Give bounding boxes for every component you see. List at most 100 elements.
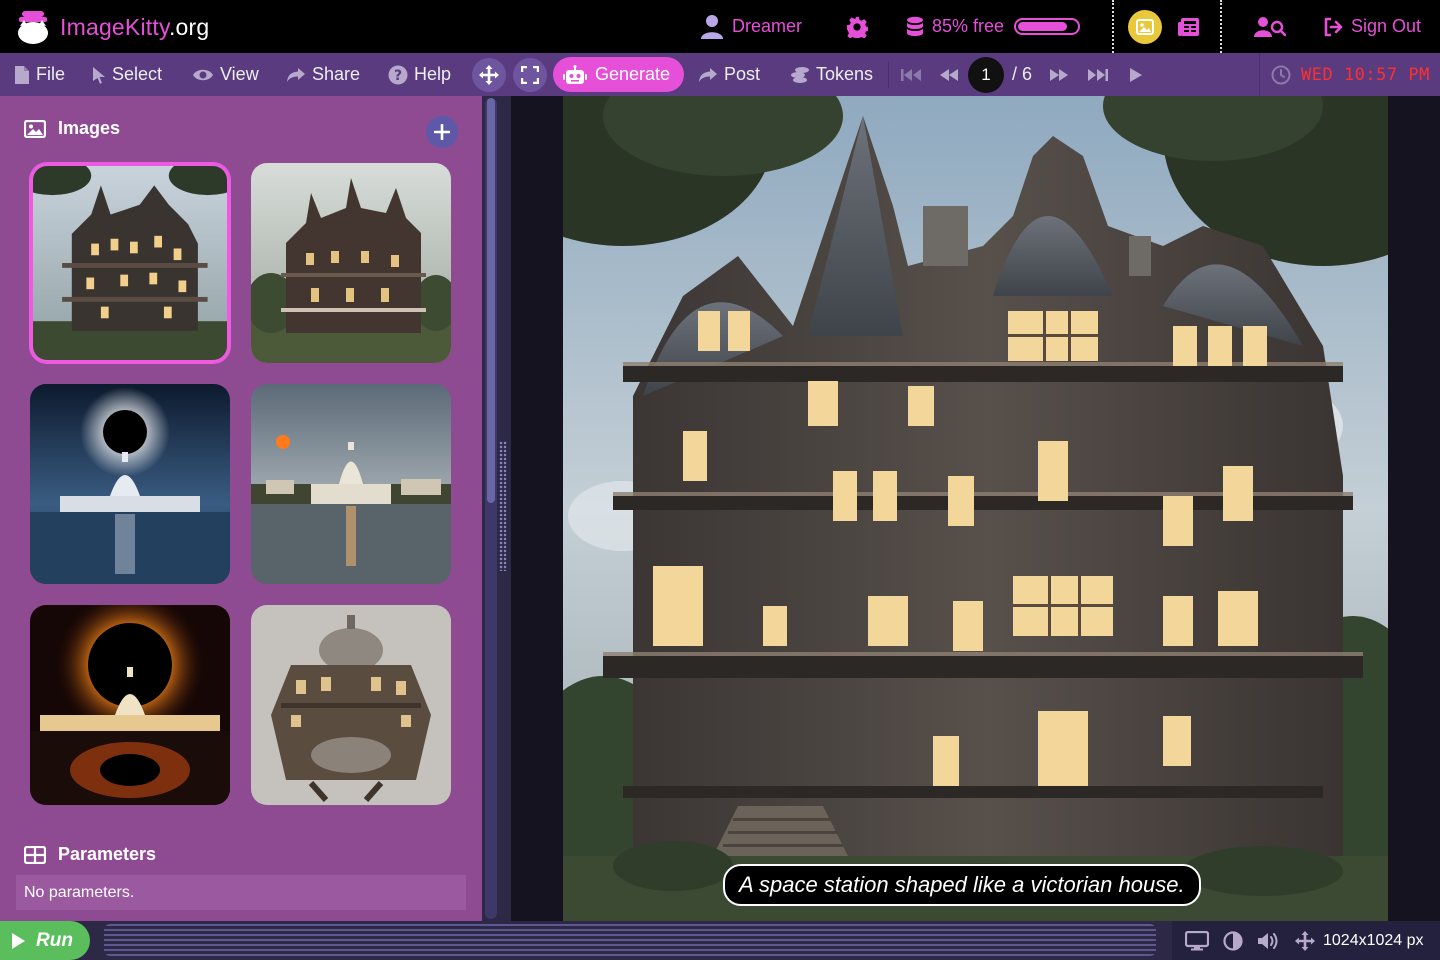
move-tool-button[interactable] xyxy=(472,58,506,92)
articles-button[interactable] xyxy=(1178,0,1200,53)
top-bar: ImageKitty.org Dreamer 85% free Sign Out xyxy=(0,0,1440,53)
sign-out-label: Sign Out xyxy=(1351,16,1422,36)
volume-icon[interactable] xyxy=(1257,931,1281,951)
next-page-button[interactable] xyxy=(1048,53,1070,96)
image-thumbnail[interactable] xyxy=(251,163,451,363)
view-label: View xyxy=(220,64,259,84)
view-menu[interactable]: View xyxy=(192,53,259,96)
divider xyxy=(888,61,889,88)
sign-out-button[interactable]: Sign Out xyxy=(1323,0,1421,53)
last-page-button[interactable] xyxy=(1087,53,1109,96)
images-icon xyxy=(24,119,46,138)
generate-button[interactable]: Generate xyxy=(553,57,684,92)
image-canvas: A space station shaped like a victorian … xyxy=(511,96,1440,921)
image-icon xyxy=(1136,19,1154,35)
skip-forward-icon xyxy=(1088,68,1108,81)
newspaper-icon xyxy=(1178,17,1199,36)
app-logo[interactable]: ImageKitty.org xyxy=(14,8,209,46)
storage-meter[interactable]: 85% free xyxy=(906,0,1081,53)
generation-progress-bar xyxy=(104,924,1156,956)
page-number-input[interactable]: 1 xyxy=(968,57,1004,93)
image-thumbnail[interactable] xyxy=(30,605,230,805)
left-panel-scrollbar[interactable] xyxy=(485,98,497,919)
help-label: Help xyxy=(414,64,452,84)
scrollbar-thumb[interactable] xyxy=(487,98,495,503)
user-icon xyxy=(701,14,723,39)
monitor-icon[interactable] xyxy=(1185,930,1209,951)
eclipse-capitol-thumbnail-image xyxy=(30,384,230,584)
database-icon xyxy=(907,16,923,36)
victorian-space-station-image xyxy=(563,96,1388,921)
user-search-icon xyxy=(1254,16,1286,37)
post-icon xyxy=(699,67,717,82)
status-area: 1024x1024 px xyxy=(1172,921,1440,960)
run-button[interactable]: Run xyxy=(0,921,90,960)
parameters-section-header: Parameters xyxy=(24,844,156,865)
run-label: Run xyxy=(36,929,73,951)
user-menu[interactable]: Dreamer xyxy=(700,0,802,53)
previous-page-button[interactable] xyxy=(938,53,960,96)
cat-logo-icon xyxy=(18,11,48,44)
svg-text:?: ? xyxy=(394,68,402,84)
share-menu[interactable]: Share xyxy=(286,53,360,96)
select-label: Select xyxy=(112,64,163,84)
victorian-house-thumbnail-image xyxy=(33,166,227,360)
file-label: File xyxy=(36,64,66,84)
main-image[interactable] xyxy=(563,96,1388,921)
left-panel: Images Parameters No parameters. xyxy=(0,96,482,921)
parameters-title: Parameters xyxy=(58,844,157,864)
clock-icon xyxy=(1271,65,1291,84)
parameters-content: No parameters. xyxy=(16,875,466,910)
post-label: Post xyxy=(724,64,761,84)
sign-out-icon xyxy=(1324,17,1343,36)
file-icon xyxy=(15,65,29,84)
fullscreen-icon xyxy=(521,66,539,84)
storage-bar xyxy=(1014,18,1081,35)
settings-button[interactable] xyxy=(846,0,868,53)
victorian-mansion-thumbnail-image xyxy=(251,163,451,363)
eye-icon xyxy=(193,69,213,80)
image-caption: A space station shaped like a victorian … xyxy=(723,864,1201,906)
share-label: Share xyxy=(312,64,361,84)
menu-bar: File Select View Share ? Help Generate P… xyxy=(0,53,1440,96)
brand-name: ImageKitty xyxy=(60,13,169,40)
image-thumbnail[interactable] xyxy=(251,605,451,805)
images-title: Images xyxy=(58,118,121,138)
coins-icon xyxy=(791,66,809,83)
images-section-header: Images xyxy=(24,118,120,139)
add-image-button[interactable] xyxy=(426,116,458,148)
tokens-label: Tokens xyxy=(816,64,874,84)
play-icon xyxy=(12,932,25,949)
gear-icon xyxy=(846,16,868,38)
image-thumbnail[interactable] xyxy=(30,163,230,363)
select-menu[interactable]: Select xyxy=(92,53,162,96)
help-menu[interactable]: ? Help xyxy=(388,53,451,96)
post-button[interactable]: Post xyxy=(698,53,760,96)
contrast-icon[interactable] xyxy=(1223,930,1243,951)
cursor-icon xyxy=(93,66,105,84)
generate-label: Generate xyxy=(595,64,671,84)
first-page-button[interactable] xyxy=(900,53,922,96)
table-icon xyxy=(24,845,46,864)
image-resolution: 1024x1024 px xyxy=(1323,931,1424,949)
user-search-button[interactable] xyxy=(1254,0,1286,53)
play-icon xyxy=(1130,67,1142,82)
image-thumbnail[interactable] xyxy=(251,384,451,584)
user-name: Dreamer xyxy=(732,16,803,36)
fullscreen-button[interactable] xyxy=(513,58,547,92)
image-thumbnail[interactable] xyxy=(30,384,230,584)
bottom-bar: Run 1024x1024 px xyxy=(0,921,1440,960)
resize-grip-handle[interactable] xyxy=(499,441,507,571)
capitol-moon-thumbnail-image xyxy=(251,384,451,584)
rewind-icon xyxy=(940,68,958,81)
play-slideshow-button[interactable] xyxy=(1128,53,1144,96)
clock-time: WED 10:57 PM xyxy=(1301,64,1430,85)
file-menu[interactable]: File xyxy=(14,53,65,96)
plus-icon xyxy=(434,124,450,140)
eclipse-fire-thumbnail-image xyxy=(30,605,230,805)
robot-icon xyxy=(563,64,587,84)
divider xyxy=(1112,0,1114,53)
tokens-button[interactable]: Tokens xyxy=(790,53,873,96)
gallery-button[interactable] xyxy=(1128,10,1162,44)
share-icon xyxy=(287,67,305,82)
